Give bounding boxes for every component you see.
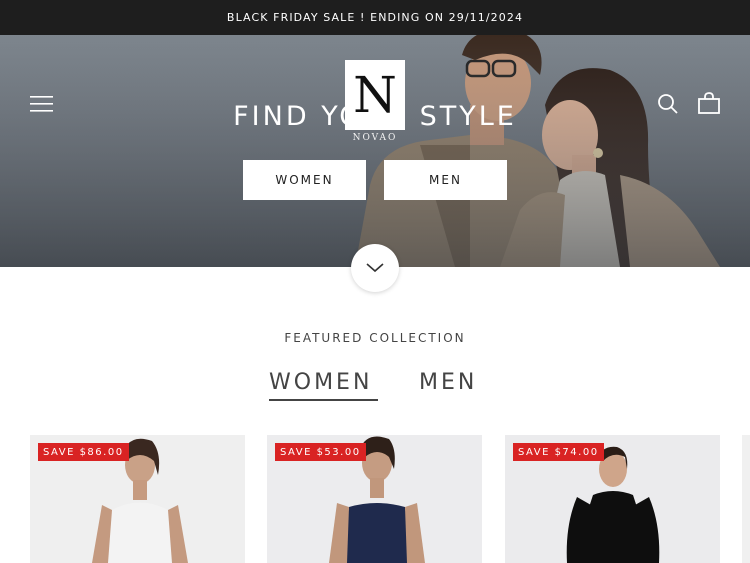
- active-tab-underline: [269, 399, 378, 401]
- product-card-partial[interactable]: [742, 435, 750, 563]
- product-card[interactable]: SAVE $86.00: [30, 435, 245, 563]
- chevron-down-icon: [366, 263, 384, 273]
- logo[interactable]: N: [345, 60, 405, 130]
- sale-badge: SAVE $86.00: [38, 443, 129, 461]
- product-card[interactable]: SAVE $53.00: [267, 435, 482, 563]
- logo-letter: N: [353, 66, 397, 124]
- shop-women-button[interactable]: WOMEN: [243, 160, 366, 200]
- announcement-text: BLACK FRIDAY SALE ! ENDING ON 29/11/2024: [226, 11, 524, 24]
- featured-collection-label: FEATURED COLLECTION: [284, 331, 466, 345]
- product-card[interactable]: SAVE $74.00: [505, 435, 720, 563]
- logo-wordmark: NOVAO: [352, 133, 398, 143]
- sale-badge: SAVE $53.00: [275, 443, 366, 461]
- announcement-bar: BLACK FRIDAY SALE ! ENDING ON 29/11/2024: [0, 0, 750, 35]
- tab-women[interactable]: WOMEN: [269, 370, 372, 395]
- tab-men[interactable]: MEN: [419, 370, 477, 395]
- scroll-down-button[interactable]: [351, 244, 399, 292]
- sale-badge: SAVE $74.00: [513, 443, 604, 461]
- hero-banner: FIND YOUR STYLE N NOVAO WOMEN MEN: [0, 35, 750, 267]
- shop-men-button[interactable]: MEN: [384, 160, 507, 200]
